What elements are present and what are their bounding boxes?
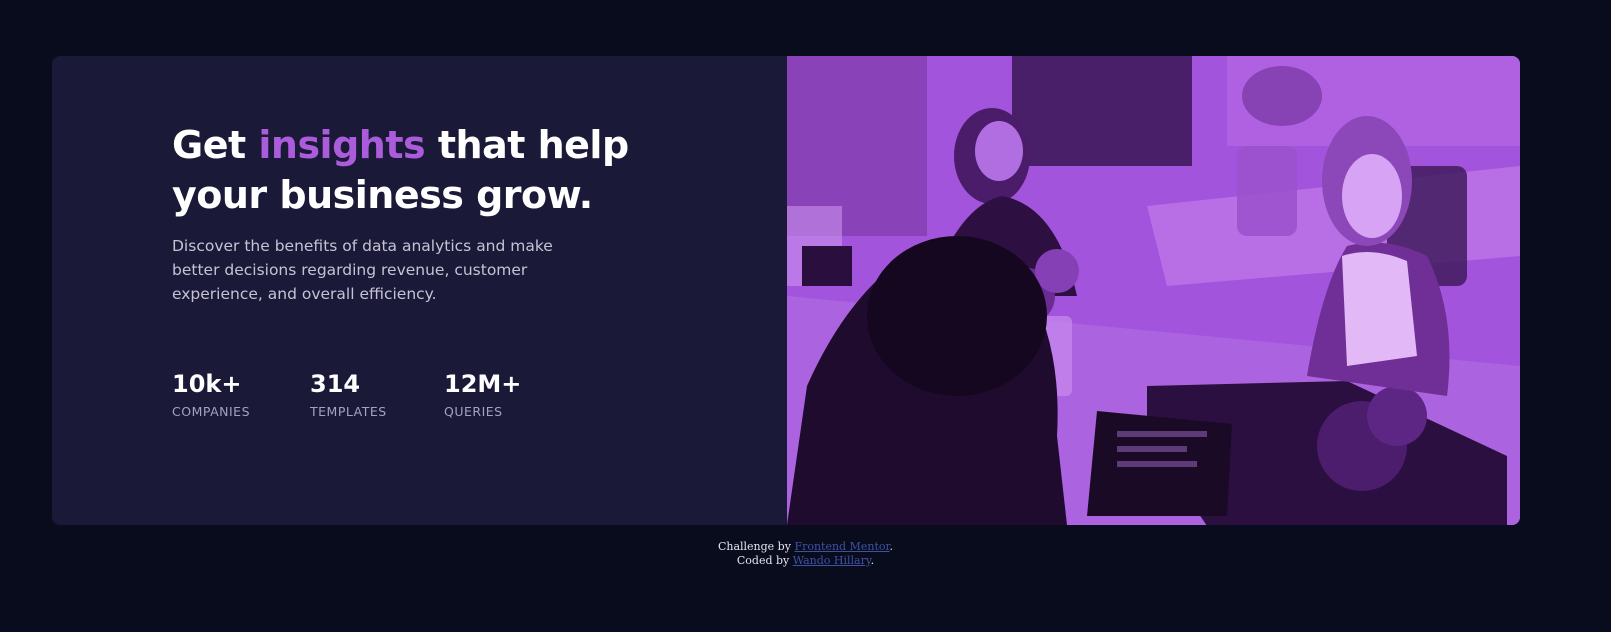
stat-queries: 12M+ QUERIES bbox=[444, 370, 521, 419]
stat-companies: 10k+ COMPANIES bbox=[172, 370, 250, 419]
attribution-text: Coded by bbox=[736, 554, 793, 567]
headline-part1: Get bbox=[172, 123, 259, 167]
office-photo-illustration bbox=[787, 56, 1520, 525]
stats-preview-card: Get insights that help your business gro… bbox=[52, 56, 1520, 525]
stat-templates: 314 TEMPLATES bbox=[310, 370, 387, 419]
office-team-image bbox=[787, 56, 1520, 525]
stat-value: 314 bbox=[310, 370, 361, 398]
headline-accent: insights bbox=[258, 123, 426, 167]
stat-label: QUERIES bbox=[444, 404, 503, 419]
stat-value: 12M+ bbox=[444, 370, 522, 398]
attribution-period: . bbox=[870, 554, 875, 567]
attribution-line-coder: Coded by Wando Hillary. bbox=[0, 554, 1611, 568]
stat-value: 10k+ bbox=[172, 370, 242, 398]
frontend-mentor-link[interactable]: Frontend Mentor bbox=[794, 540, 889, 553]
attribution-footer: Challenge by Frontend Mentor. Coded by W… bbox=[0, 540, 1611, 568]
attribution-line-challenge: Challenge by Frontend Mentor. bbox=[0, 540, 1611, 554]
attribution-text: Challenge by bbox=[717, 540, 795, 553]
description: Discover the benefits of data analytics … bbox=[172, 237, 553, 303]
stat-label: COMPANIES bbox=[172, 404, 251, 419]
author-link[interactable]: Wando Hillary bbox=[793, 554, 871, 567]
stat-label: TEMPLATES bbox=[310, 404, 387, 419]
headline: Get insights that help your business gro… bbox=[172, 120, 642, 220]
attribution-period: . bbox=[889, 540, 894, 553]
card-text-section: Get insights that help your business gro… bbox=[52, 56, 787, 525]
